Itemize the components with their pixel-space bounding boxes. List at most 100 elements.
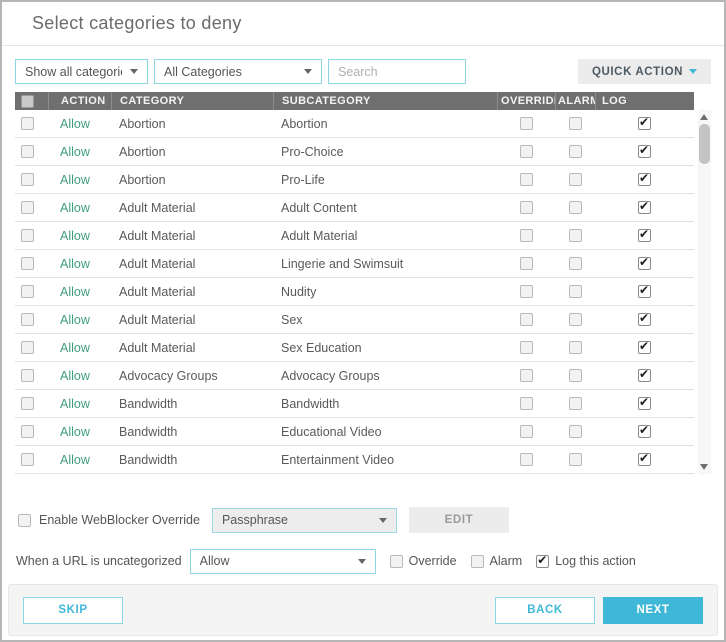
override-checkbox[interactable] (519, 341, 533, 354)
log-checkbox[interactable] (638, 117, 651, 130)
row-select-checkbox[interactable] (21, 173, 34, 186)
log-checkbox[interactable] (638, 201, 651, 214)
uncategorized-log-checkbox[interactable] (536, 553, 550, 568)
override-checkbox[interactable] (519, 425, 533, 438)
log-checkbox[interactable] (638, 285, 651, 298)
wizard-footer: SKIP BACK NEXT (8, 584, 718, 636)
alarm-checkbox[interactable] (568, 201, 582, 214)
chevron-down-icon (378, 517, 387, 523)
row-alarm-cell (555, 313, 595, 326)
back-button[interactable]: BACK (495, 596, 595, 624)
select-all-checkbox[interactable] (21, 94, 34, 108)
row-select-checkbox[interactable] (21, 201, 34, 214)
row-action-cell: Allow (48, 229, 111, 243)
override-checkbox[interactable] (519, 229, 533, 242)
override-checkbox[interactable] (519, 369, 533, 382)
override-checkbox[interactable] (519, 285, 533, 298)
row-log-cell (595, 341, 694, 354)
skip-button[interactable]: SKIP (23, 596, 123, 624)
row-log-cell (595, 257, 694, 270)
scroll-up-arrow-icon[interactable] (700, 114, 708, 120)
row-select-checkbox[interactable] (21, 285, 34, 298)
scrollbar-thumb[interactable] (699, 124, 710, 164)
uncategorized-checkboxes: Override Alarm Log this action (389, 553, 650, 568)
override-checkbox[interactable] (519, 257, 533, 270)
edit-button[interactable]: EDIT (408, 507, 509, 533)
override-checkbox[interactable] (519, 313, 533, 326)
row-select-checkbox[interactable] (21, 425, 34, 438)
row-override-cell (497, 397, 555, 410)
action-value: Allow (60, 312, 90, 327)
log-checkbox[interactable] (638, 397, 651, 410)
row-select-checkbox[interactable] (21, 117, 34, 130)
row-select-checkbox[interactable] (21, 229, 34, 242)
alarm-checkbox[interactable] (568, 425, 582, 438)
override-checkbox[interactable] (519, 173, 533, 186)
log-checkbox[interactable] (638, 369, 651, 382)
override-checkbox[interactable] (519, 453, 533, 466)
row-select-checkbox[interactable] (21, 369, 34, 382)
table-row: Allow Adult Material Lingerie and Swimsu… (15, 250, 694, 278)
next-button[interactable]: NEXT (603, 596, 703, 624)
scroll-down-arrow-icon[interactable] (700, 464, 708, 470)
override-method-select[interactable]: Passphrase (211, 507, 397, 533)
alarm-checkbox[interactable] (568, 257, 582, 270)
table-row: Allow Adult Material Nudity (15, 278, 694, 306)
uncategorized-log-label: Log this action (555, 554, 636, 568)
category-filter-select[interactable]: All Categories (154, 59, 322, 84)
enable-webblocker-override-checkbox[interactable] (18, 513, 31, 527)
log-checkbox[interactable] (638, 313, 651, 326)
search-input[interactable] (328, 59, 466, 84)
category-value: Adult Material (119, 228, 196, 243)
alarm-checkbox[interactable] (568, 117, 582, 130)
log-checkbox[interactable] (638, 229, 651, 242)
override-checkbox[interactable] (519, 145, 533, 158)
show-categories-select[interactable]: Show all categories (15, 59, 148, 84)
alarm-checkbox[interactable] (568, 341, 582, 354)
alarm-checkbox[interactable] (568, 173, 582, 186)
table-row: Allow Abortion Pro-Choice (15, 138, 694, 166)
row-log-cell (595, 285, 694, 298)
alarm-checkbox[interactable] (568, 397, 582, 410)
row-select-checkbox[interactable] (21, 145, 34, 158)
log-checkbox[interactable] (638, 257, 651, 270)
alarm-checkbox[interactable] (568, 285, 582, 298)
quick-action-button[interactable]: QUICK ACTION (578, 59, 711, 84)
row-select-checkbox[interactable] (21, 397, 34, 410)
alarm-checkbox[interactable] (568, 229, 582, 242)
show-categories-select-value: Show all categories (25, 64, 122, 79)
uncategorized-override-checkbox[interactable] (389, 554, 403, 568)
row-select-checkbox[interactable] (21, 257, 34, 270)
log-checkbox[interactable] (638, 453, 651, 466)
uncategorized-action-select[interactable]: Allow (189, 548, 376, 574)
row-action-cell: Allow (48, 201, 111, 215)
row-select-checkbox[interactable] (21, 313, 34, 326)
category-value: Bandwidth (119, 452, 178, 467)
action-value: Allow (60, 228, 90, 243)
row-select-checkbox[interactable] (21, 453, 34, 466)
log-checkbox[interactable] (638, 341, 651, 354)
alarm-checkbox[interactable] (568, 313, 582, 326)
uncategorized-alarm-checkbox[interactable] (470, 554, 484, 568)
column-header-override: OVERRIDE (497, 92, 555, 110)
row-select-cell (15, 425, 48, 438)
alarm-checkbox[interactable] (568, 145, 582, 158)
override-checkbox[interactable] (519, 117, 533, 130)
alarm-checkbox[interactable] (568, 453, 582, 466)
log-checkbox[interactable] (638, 425, 651, 438)
action-value: Allow (60, 452, 90, 467)
row-override-cell (497, 117, 555, 130)
alarm-checkbox[interactable] (568, 369, 582, 382)
table-scrollbar[interactable] (698, 110, 711, 474)
uncategorized-override-label: Override (408, 554, 457, 568)
row-select-checkbox[interactable] (21, 341, 34, 354)
table-body-wrap: Allow Abortion Abortion Allow Abortion P… (15, 110, 711, 474)
action-value: Allow (60, 424, 90, 439)
log-checkbox[interactable] (638, 173, 651, 186)
override-checkbox[interactable] (519, 397, 533, 410)
subcategory-value: Abortion (281, 116, 328, 131)
override-checkbox[interactable] (519, 201, 533, 214)
override-method-select-value: Passphrase (221, 513, 288, 527)
categories-table: ACTION CATEGORY SUBCATEGORY OVERRIDE ALA… (15, 92, 711, 474)
log-checkbox[interactable] (638, 145, 651, 158)
